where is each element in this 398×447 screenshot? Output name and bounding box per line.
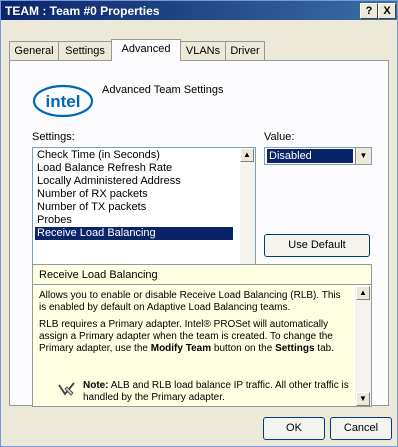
- cancel-button[interactable]: Cancel: [330, 417, 392, 440]
- tab-advanced[interactable]: Advanced: [111, 39, 181, 61]
- page-heading: Advanced Team Settings: [102, 84, 224, 96]
- description-paragraph-1: Allows you to enable or disable Receive …: [39, 290, 341, 313]
- list-item[interactable]: Check Time (in Seconds): [35, 149, 233, 162]
- description-paragraph-2: RLB requires a Primary adapter. Intel® P…: [39, 319, 334, 354]
- intel-logo-icon: intel: [32, 84, 94, 118]
- list-item-selected[interactable]: Receive Load Balancing: [35, 227, 233, 240]
- note-pencil-icon: [58, 382, 75, 396]
- description-box: Receive Load Balancing Allows you to ena…: [32, 264, 372, 407]
- description-text: Allows you to enable or disable Receive …: [33, 286, 354, 406]
- cancel-label: Cancel: [343, 422, 379, 434]
- list-item[interactable]: Load Balance Refresh Rate: [35, 162, 233, 175]
- tab-general[interactable]: General: [9, 41, 59, 60]
- list-item[interactable]: Number of RX packets: [35, 188, 233, 201]
- logo-text: intel: [46, 92, 81, 111]
- advanced-panel: intel Advanced Team Settings Settings: V…: [9, 60, 389, 407]
- help-button[interactable]: ?: [360, 3, 378, 19]
- tab-settings[interactable]: Settings: [58, 41, 112, 60]
- window-title: TEAM : Team #0 Properties: [5, 4, 160, 18]
- scroll-up-icon[interactable]: ▲: [240, 148, 254, 162]
- chevron-down-icon[interactable]: ▼: [355, 148, 371, 164]
- tab-vlans[interactable]: VLANs: [180, 41, 226, 60]
- description-scrollbar[interactable]: ▲ ▼: [355, 286, 371, 406]
- ok-button[interactable]: OK: [263, 417, 325, 440]
- settings-listbox[interactable]: Check Time (in Seconds) Load Balance Ref…: [32, 147, 256, 283]
- list-item[interactable]: Locally Administered Address: [35, 175, 233, 188]
- scroll-down-icon[interactable]: ▼: [356, 392, 370, 406]
- use-default-label: Use Default: [288, 239, 346, 251]
- value-selected: Disabled: [267, 149, 353, 163]
- value-dropdown[interactable]: Disabled ▼: [264, 147, 372, 165]
- tab-driver[interactable]: Driver: [225, 41, 265, 60]
- close-button[interactable]: X: [378, 3, 396, 19]
- title-bar[interactable]: TEAM : Team #0 Properties ? X: [1, 1, 397, 20]
- settings-scrollbar[interactable]: ▲ ▼: [240, 148, 255, 282]
- description-title: Receive Load Balancing: [33, 265, 371, 285]
- value-label: Value:: [264, 131, 295, 143]
- ok-label: OK: [286, 422, 302, 434]
- properties-dialog: TEAM : Team #0 Properties ? X General Se…: [0, 0, 398, 447]
- settings-label: Settings:: [32, 131, 75, 143]
- use-default-button[interactable]: Use Default: [264, 234, 370, 257]
- description-note: Note: ALB and RLB load balance IP traffi…: [83, 380, 349, 403]
- scroll-up-icon[interactable]: ▲: [356, 286, 370, 300]
- list-item[interactable]: Probes: [35, 214, 233, 227]
- list-item[interactable]: Number of TX packets: [35, 201, 233, 214]
